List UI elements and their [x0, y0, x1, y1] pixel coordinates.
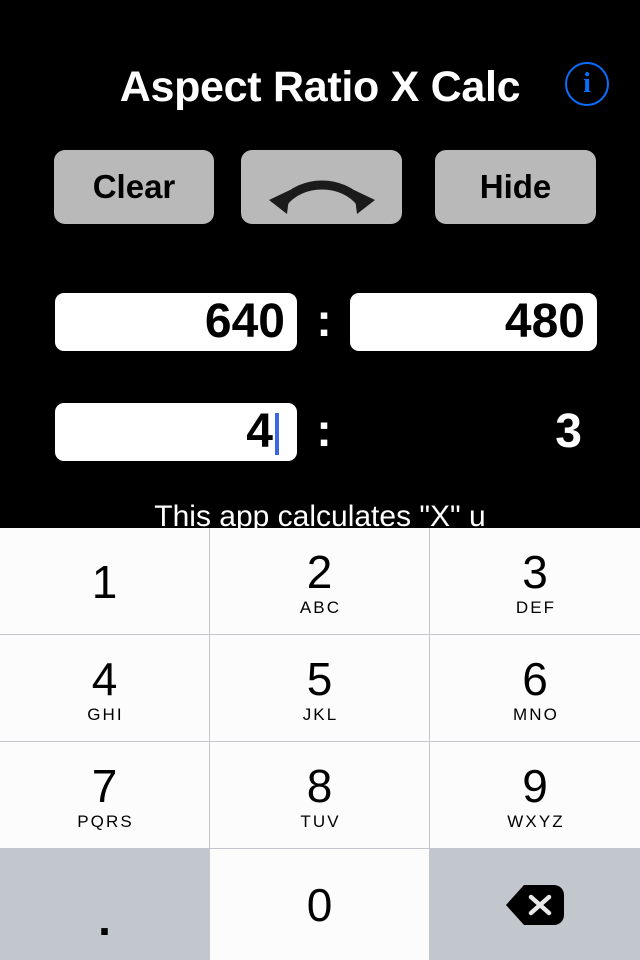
result-colon-separator: :	[316, 404, 332, 456]
info-circle-icon[interactable]: i	[565, 62, 609, 106]
key-digit: 5	[306, 653, 333, 705]
key-letters: JKL	[302, 705, 339, 724]
result-ratio-row: 4 : 3	[0, 403, 640, 461]
key-6[interactable]: 6 MNO	[430, 635, 640, 742]
key-digit: 3	[522, 546, 548, 598]
key-letters: WXYZ	[507, 812, 565, 831]
hide-button[interactable]: Hide	[435, 150, 596, 224]
backspace-delete-icon	[504, 883, 566, 927]
text-caret	[275, 413, 279, 455]
key-backspace[interactable]	[430, 849, 640, 960]
key-letters: GHI	[87, 705, 124, 724]
key-8[interactable]: 8 TUV	[210, 742, 430, 849]
ratio-y-value: 3	[555, 405, 582, 458]
key-7[interactable]: 7 PQRS	[0, 742, 210, 849]
height-input[interactable]: 480	[350, 293, 597, 351]
key-5[interactable]: 5 JKL	[210, 635, 430, 742]
key-letters: MNO	[513, 705, 559, 724]
source-ratio-row: 640 : 480	[0, 293, 640, 351]
key-digit: 9	[522, 760, 548, 812]
key-letters: PQRS	[77, 812, 134, 831]
key-4[interactable]: 4 GHI	[0, 635, 210, 742]
app-screen: Aspect Ratio X Calc i Clear Hide 640 : 4…	[0, 0, 640, 533]
key-letters: TUV	[300, 812, 341, 831]
key-digit: 8	[306, 760, 333, 812]
swap-curved-double-arrow-icon	[241, 170, 402, 218]
key-1[interactable]: 1	[0, 528, 210, 635]
ratio-x-input[interactable]: 4	[55, 403, 297, 461]
ratio-x-value: 4	[246, 405, 273, 458]
width-input[interactable]: 640	[55, 293, 297, 351]
key-9[interactable]: 9 WXYZ	[430, 742, 640, 849]
key-digit: 6	[522, 653, 548, 705]
key-decimal-point[interactable]: .	[0, 849, 210, 960]
page-title: Aspect Ratio X Calc	[119, 63, 521, 111]
key-digit: .	[98, 892, 111, 945]
key-0[interactable]: 0	[210, 849, 430, 960]
title-bar: Aspect Ratio X Calc	[0, 56, 640, 118]
source-colon-separator: :	[316, 294, 332, 346]
key-digit: 2	[306, 546, 333, 598]
key-digit: 4	[91, 653, 118, 705]
toolbar: Clear Hide	[0, 150, 640, 224]
key-digit: 0	[306, 878, 333, 931]
key-digit: 7	[91, 760, 118, 812]
key-3[interactable]: 3 DEF	[430, 528, 640, 635]
numeric-keypad: 1 2 ABC 3 DEF 4 GHI 5 JKL 6 MNO 7 PQRS 8…	[0, 528, 640, 960]
key-digit: 1	[91, 556, 118, 608]
swap-button[interactable]	[241, 150, 402, 224]
key-letters: DEF	[515, 598, 557, 617]
key-letters: ABC	[299, 598, 342, 617]
clear-button[interactable]: Clear	[54, 150, 214, 224]
key-2[interactable]: 2 ABC	[210, 528, 430, 635]
